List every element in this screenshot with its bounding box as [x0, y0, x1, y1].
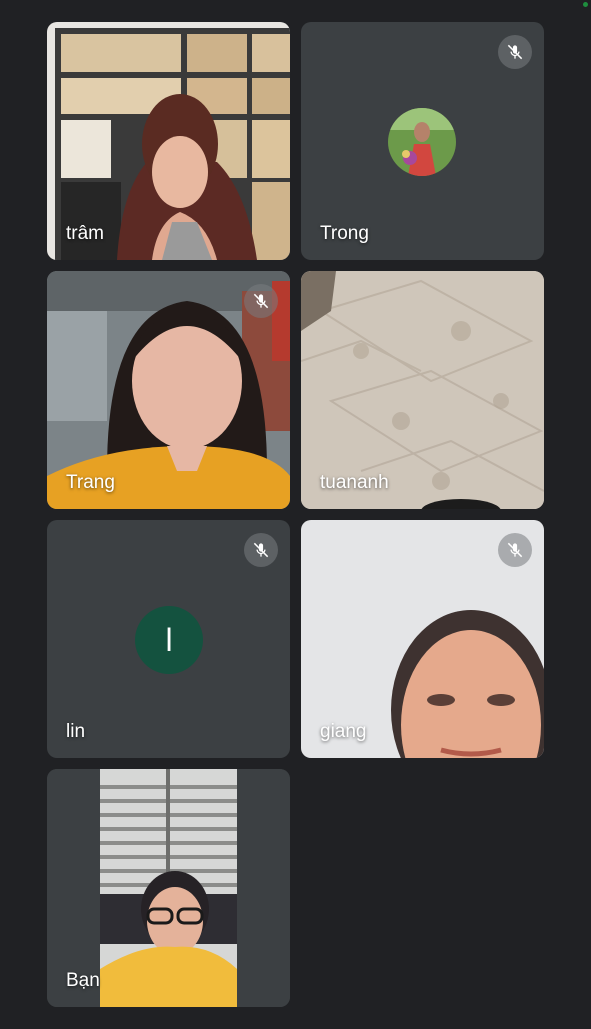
status-dot	[583, 2, 588, 7]
participant-name: Trang	[66, 472, 115, 493]
avatar: l	[135, 606, 203, 674]
mic-off-icon[interactable]	[244, 284, 278, 318]
participant-name: tuananh	[320, 472, 389, 493]
mic-off-icon[interactable]	[498, 35, 532, 69]
participant-name: lin	[66, 721, 86, 742]
meeting-grid: trâm Trong Trang tuananh l lin giang Bạn	[0, 0, 591, 1029]
participant-tile-trong[interactable]: Trong	[301, 22, 544, 260]
mic-off-icon[interactable]	[244, 533, 278, 567]
participant-name: giang	[320, 721, 367, 742]
participant-tile-tuananh[interactable]: tuananh	[301, 271, 544, 509]
mic-off-icon[interactable]	[498, 533, 532, 567]
participant-tile-lin[interactable]: l lin	[47, 520, 290, 758]
participant-tile-self[interactable]: Bạn	[47, 769, 290, 1007]
participant-name: Trong	[320, 223, 369, 244]
avatar	[388, 108, 456, 176]
participant-tile-tram[interactable]: trâm	[47, 22, 290, 260]
participant-name: trâm	[66, 223, 104, 244]
participant-name: Bạn	[66, 970, 100, 991]
participant-tile-giang[interactable]: giang	[301, 520, 544, 758]
participant-tile-trang[interactable]: Trang	[47, 271, 290, 509]
